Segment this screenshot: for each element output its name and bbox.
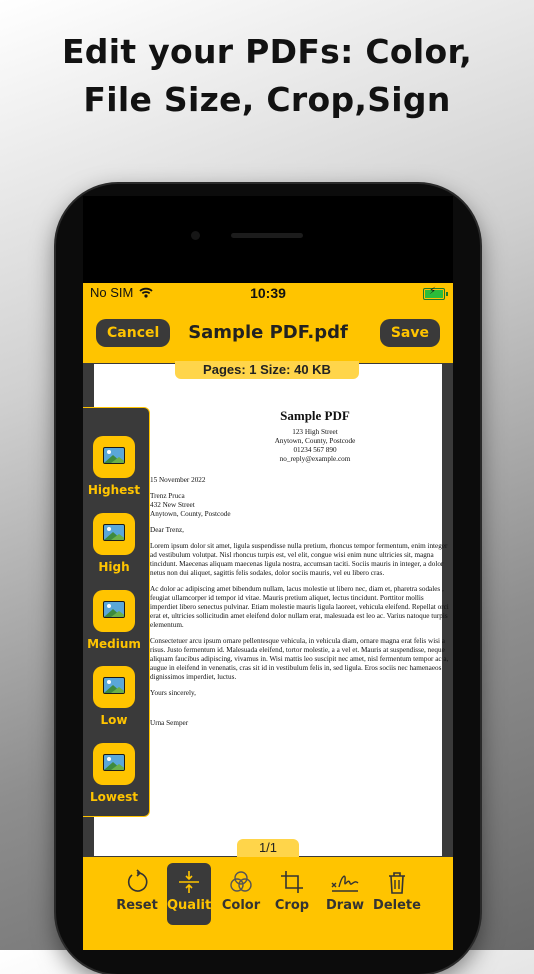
- tool-label: Delete: [373, 898, 421, 913]
- signature-name: Urna Semper: [150, 719, 189, 727]
- speaker-grille: [231, 233, 303, 238]
- image-icon: [103, 677, 125, 694]
- quality-option-lowest[interactable]: Lowest: [83, 743, 145, 804]
- save-button[interactable]: Save: [379, 319, 440, 347]
- quality-button[interactable]: Quality: [167, 863, 220, 925]
- delete-button[interactable]: Delete: [372, 863, 422, 925]
- camera-icon: [191, 231, 200, 240]
- tool-label: Draw: [326, 898, 364, 913]
- closing: Yours sincerely,: [150, 689, 196, 697]
- tool-label: Color: [221, 898, 261, 913]
- image-icon: [103, 601, 125, 618]
- image-icon: [103, 447, 125, 464]
- image-icon: [103, 524, 125, 541]
- pdf-content: Sample PDF 123 High Street Anytown, Coun…: [150, 407, 450, 728]
- trash-icon: [389, 872, 405, 894]
- paragraph: Ac dolor ac adipiscing amet bibendum nul…: [150, 585, 449, 629]
- sender-address: 123 High Street Anytown, County, Postcod…: [274, 428, 356, 463]
- letter-date: 15 November 2022: [150, 476, 206, 484]
- reset-icon: [127, 869, 148, 892]
- quality-label: Medium: [87, 637, 141, 651]
- draw-button[interactable]: Draw: [320, 863, 370, 925]
- color-icon: [230, 871, 252, 892]
- quality-option-highest[interactable]: Highest: [83, 436, 145, 497]
- quality-label: Low: [100, 713, 128, 727]
- page-indicator: 1/1: [237, 839, 299, 857]
- tool-label: Crop: [274, 898, 310, 913]
- cancel-button[interactable]: Cancel: [96, 319, 171, 347]
- color-button[interactable]: Color: [216, 863, 266, 925]
- quality-panel: Highest High Medium Low Lowest: [83, 407, 150, 817]
- tool-label: Quality: [167, 898, 220, 913]
- app-screen: No SIM 10:39 ⚡ Sample PDF.pdf Cancel Sav…: [83, 283, 453, 950]
- recipient-address: Trenz Pruca 432 New Street Anytown, Coun…: [150, 492, 231, 518]
- salutation: Dear Trenz,: [150, 526, 184, 534]
- bottom-toolbar: Reset Quality Color Crop Draw Delete: [83, 857, 453, 950]
- signature-icon: [331, 875, 359, 892]
- quality-option-high[interactable]: High: [83, 513, 145, 574]
- nav-bar: Sample PDF.pdf Cancel Save: [83, 305, 453, 363]
- pdf-title: Sample PDF: [280, 408, 350, 423]
- quality-label: Lowest: [90, 790, 138, 804]
- paragraph: Consectetuer arcu ipsum ornare pellentes…: [150, 637, 449, 681]
- clock: 10:39: [250, 285, 286, 301]
- tool-label: Reset: [116, 898, 158, 913]
- quality-option-low[interactable]: Low: [83, 666, 145, 727]
- headline-line-2: File Size, Crop,Sign: [83, 80, 451, 119]
- image-icon: [103, 754, 125, 771]
- battery-icon: ⚡: [423, 286, 448, 300]
- crop-icon: [281, 871, 303, 893]
- reset-button[interactable]: Reset: [112, 863, 162, 925]
- status-bar: No SIM 10:39 ⚡: [83, 283, 453, 305]
- headline: Edit your PDFs: Color, File Size, Crop,S…: [0, 28, 534, 124]
- paragraph: Lorem ipsum dolor sit amet, ligula suspe…: [150, 542, 448, 577]
- quality-option-medium[interactable]: Medium: [83, 590, 145, 651]
- crop-button[interactable]: Crop: [267, 863, 317, 925]
- quality-label: High: [98, 560, 130, 574]
- quality-icon: [179, 871, 199, 893]
- quality-label: Highest: [87, 483, 141, 497]
- document-info-badge: Pages: 1 Size: 40 KB: [175, 361, 359, 379]
- phone-notch: [83, 196, 453, 284]
- headline-line-1: Edit your PDFs: Color,: [61, 32, 473, 71]
